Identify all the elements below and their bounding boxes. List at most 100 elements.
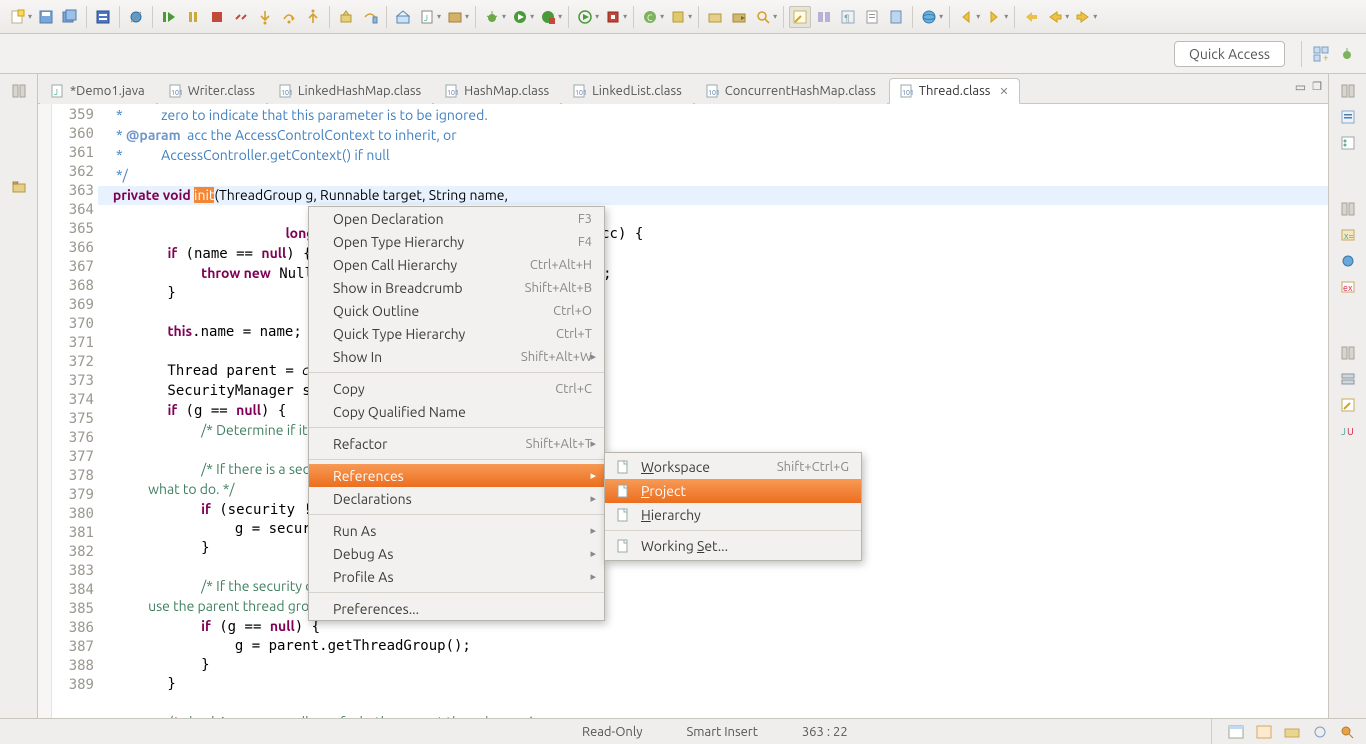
drop-frame-icon[interactable] (335, 6, 357, 28)
tasks-icon[interactable] (1254, 723, 1274, 741)
ctx-run-as[interactable]: Run As (309, 519, 604, 542)
step-return-icon[interactable] (302, 6, 324, 28)
run-last-icon[interactable] (574, 6, 596, 28)
ctx-show-in-breadcrumb[interactable]: Show in BreadcrumbShift+Alt+B (309, 276, 604, 299)
outline-icon[interactable] (1338, 133, 1358, 153)
tab-linkedhashmap[interactable]: 101 LinkedHashMap.class (268, 78, 432, 104)
servers-icon[interactable] (1338, 369, 1358, 389)
new-plugin-icon[interactable] (667, 6, 689, 28)
tab-writer[interactable]: 101 Writer.class (158, 78, 266, 104)
junit-icon[interactable]: JU (1338, 421, 1358, 441)
step-into-icon[interactable] (254, 6, 276, 28)
task-list-icon[interactable] (1338, 107, 1358, 127)
new-package-icon[interactable] (444, 6, 466, 28)
save-icon[interactable] (35, 6, 57, 28)
ctx-copy[interactable]: CopyCtrl+C (309, 377, 604, 400)
ctx-preferences-[interactable]: Preferences... (309, 597, 604, 620)
restore-view-icon[interactable] (1338, 343, 1358, 363)
tab-label: LinkedHashMap.class (298, 84, 421, 98)
svg-text:x=: x= (1344, 231, 1354, 241)
new-icon[interactable] (7, 6, 29, 28)
show-whitespace-icon[interactable]: ¶ (837, 6, 859, 28)
open-resource-icon[interactable] (861, 6, 883, 28)
progress-icon[interactable] (1310, 723, 1330, 741)
open-task-icon[interactable] (704, 6, 726, 28)
ctx-open-type-hierarchy[interactable]: Open Type HierarchyF4 (309, 230, 604, 253)
display-icon[interactable] (1338, 395, 1358, 415)
prev-annotation-icon[interactable] (955, 6, 977, 28)
pin-icon[interactable] (885, 6, 907, 28)
run-icon[interactable] (509, 6, 531, 28)
ctx-refactor[interactable]: RefactorShift+Alt+T (309, 432, 604, 455)
package-explorer-icon[interactable] (9, 177, 29, 197)
tab-linkedlist[interactable]: 101 LinkedList.class (562, 78, 693, 104)
overview-ruler (38, 104, 52, 718)
open-type-icon[interactable] (728, 6, 750, 28)
open-perspective-icon[interactable]: + (1310, 43, 1332, 65)
ctx-copy-qualified-name[interactable]: Copy Qualified Name (309, 400, 604, 423)
quick-access-button[interactable]: Quick Access (1174, 41, 1285, 67)
close-icon[interactable]: ✕ (999, 85, 1008, 98)
problems-icon[interactable] (1282, 723, 1302, 741)
minimize-view-icon[interactable]: ▭ (1295, 80, 1306, 94)
ctx-open-call-hierarchy[interactable]: Open Call HierarchyCtrl+Alt+H (309, 253, 604, 276)
resume-icon[interactable] (158, 6, 180, 28)
disconnect-icon[interactable] (230, 6, 252, 28)
tab-concurrenthashmap[interactable]: 101 ConcurrentHashMap.class (695, 78, 887, 104)
ctx-quick-type-hierarchy[interactable]: Quick Type HierarchyCtrl+T (309, 322, 604, 345)
search-view-icon[interactable] (1338, 723, 1358, 741)
back-icon[interactable] (1044, 6, 1066, 28)
tab-label: Thread.class (919, 84, 991, 98)
debug-icon[interactable] (481, 6, 503, 28)
sm-working-set-[interactable]: Working Set... (605, 534, 861, 558)
expressions-icon[interactable]: ex (1338, 277, 1358, 297)
ctx-profile-as[interactable]: Profile As (309, 565, 604, 588)
next-annotation-icon[interactable] (983, 6, 1005, 28)
toggle-block-icon[interactable] (813, 6, 835, 28)
tab-thread[interactable]: 101 Thread.class ✕ (889, 78, 1020, 104)
terminate-icon[interactable] (206, 6, 228, 28)
console-icon[interactable] (1226, 723, 1246, 741)
web-icon[interactable] (918, 6, 940, 28)
coverage-icon[interactable] (537, 6, 559, 28)
restore-view-icon[interactable] (9, 81, 29, 101)
breadcrumb-icon[interactable] (92, 6, 114, 28)
sm-hierarchy[interactable]: Hierarchy (605, 503, 861, 527)
ctx-quick-outline[interactable]: Quick OutlineCtrl+O (309, 299, 604, 322)
maximize-view-icon[interactable]: ❐ (1312, 80, 1322, 94)
status-bar: Read-Only Smart Insert 363 : 22 (0, 718, 1366, 744)
ctx-open-declaration[interactable]: Open DeclarationF3 (309, 207, 604, 230)
step-filters-icon[interactable] (359, 6, 381, 28)
breakpoints-icon[interactable] (1338, 251, 1358, 271)
code-editor[interactable]: 359 360 361 362 363 364 365 366 367 368 … (38, 104, 1328, 718)
code-content[interactable]: * zero to indicate that this parameter i… (100, 104, 1328, 718)
tab-hashmap[interactable]: 101 HashMap.class (434, 78, 560, 104)
restore-view-icon[interactable] (1338, 199, 1358, 219)
step-over-icon[interactable] (278, 6, 300, 28)
tab-demo1[interactable]: J *Demo1.java (40, 78, 156, 104)
new-type-icon[interactable]: C (639, 6, 661, 28)
sm-workspace[interactable]: WorkspaceShift+Ctrl+G (605, 455, 861, 479)
restore-view-icon[interactable] (1338, 81, 1358, 101)
sm-project[interactable]: Project (605, 479, 861, 503)
ctx-references[interactable]: References (309, 464, 604, 487)
save-all-icon[interactable] (59, 6, 81, 28)
ctx-show-in[interactable]: Show InShift+Alt+W (309, 345, 604, 368)
debug-perspective-icon[interactable] (1336, 43, 1358, 65)
search-icon[interactable] (752, 6, 774, 28)
svg-text:101: 101 (447, 89, 459, 97)
new-java-icon[interactable]: J (416, 6, 438, 28)
ctx-declarations[interactable]: Declarations (309, 487, 604, 510)
forward-icon[interactable] (1072, 6, 1094, 28)
variables-icon[interactable]: x= (1338, 225, 1358, 245)
file-icon (615, 459, 631, 475)
svg-text:101: 101 (902, 89, 914, 97)
svg-text:J: J (54, 88, 58, 97)
suspend-icon[interactable] (182, 6, 204, 28)
toggle-mark-icon[interactable] (789, 6, 811, 28)
last-edit-icon[interactable] (1020, 6, 1042, 28)
ctx-debug-as[interactable]: Debug As (309, 542, 604, 565)
ext-tools-icon[interactable] (602, 6, 624, 28)
skip-breakpoints-icon[interactable] (125, 6, 147, 28)
build-icon[interactable] (392, 6, 414, 28)
